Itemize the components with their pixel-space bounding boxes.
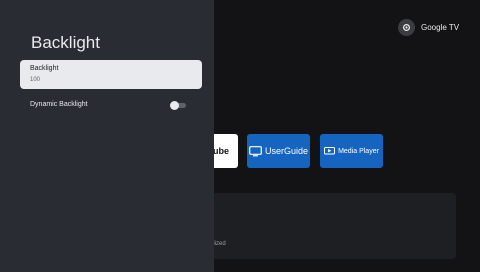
media-player-icon	[324, 146, 336, 156]
setting-label: Dynamic Backlight	[30, 101, 88, 108]
app-tile-userguide[interactable]: UserGuide	[247, 134, 310, 168]
dynamic-backlight-setting[interactable]: Dynamic Backlight	[20, 95, 202, 115]
setting-value: 100	[30, 77, 41, 83]
gear-icon	[398, 19, 415, 36]
account-area[interactable]: Google TV	[398, 19, 459, 36]
app-tile-label: Media Player	[338, 147, 379, 155]
toggle-knob	[170, 101, 179, 110]
setting-label: Backlight	[30, 65, 59, 72]
settings-panel: Backlight Backlight 100 Dynamic Backligh…	[0, 0, 214, 272]
app-tile-label: ube	[212, 146, 229, 156]
dynamic-backlight-toggle[interactable]	[170, 101, 186, 110]
backlight-setting[interactable]: Backlight 100	[20, 60, 202, 89]
account-label: Google TV	[421, 23, 460, 32]
app-tile-label: UserGuide	[264, 146, 309, 156]
panel-title: Backlight	[31, 33, 100, 52]
monitor-icon	[249, 145, 262, 157]
content-card[interactable]	[200, 193, 456, 259]
app-tile-media-player[interactable]: Media Player	[320, 134, 383, 168]
